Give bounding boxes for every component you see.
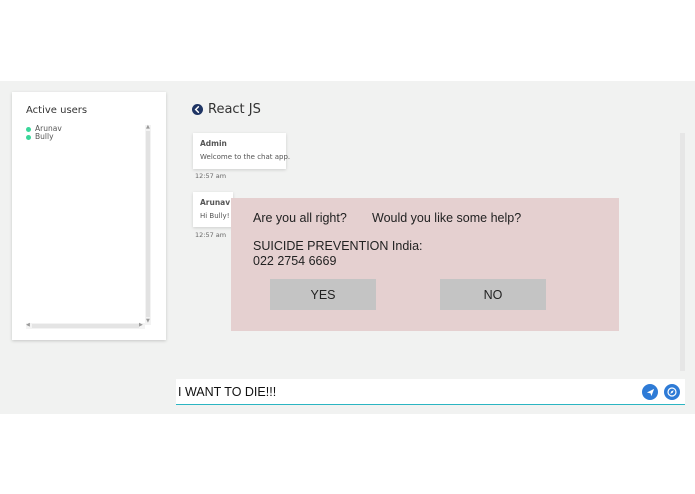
- user-list: Arunav Bully: [26, 125, 144, 141]
- scroll-left-icon[interactable]: ◀: [26, 323, 30, 328]
- scroll-right-icon[interactable]: ▶: [139, 323, 143, 328]
- help-question: Would you like some help?: [372, 211, 522, 225]
- scrollbar-thumb[interactable]: [146, 131, 150, 317]
- message-author: Arunav: [200, 198, 231, 207]
- chat-scrollbar[interactable]: [680, 133, 685, 371]
- online-status-icon: [26, 134, 31, 140]
- message-input[interactable]: [178, 383, 633, 401]
- active-users-panel: Active users Arunav Bully ▲ ▼ ◀ ▶: [12, 92, 166, 340]
- message-composer: [176, 379, 685, 405]
- back-arrow-icon[interactable]: [192, 104, 203, 115]
- wellbeing-question: Are you all right?: [253, 211, 347, 225]
- user-list-horizontal-scrollbar[interactable]: ◀ ▶: [26, 323, 145, 329]
- message-author: Admin: [200, 139, 227, 148]
- compass-icon: [667, 387, 677, 397]
- no-button[interactable]: NO: [440, 279, 546, 310]
- chat-header: React JS: [192, 102, 261, 117]
- user-item-bully[interactable]: Bully: [26, 133, 144, 141]
- scrollbar-thumb[interactable]: [32, 324, 139, 328]
- helpline-number: 022 2754 6669: [253, 254, 337, 268]
- chat-app: Active users Arunav Bully ▲ ▼ ◀ ▶ React …: [0, 81, 695, 414]
- help-popup: Are you all right? Would you like some h…: [231, 198, 619, 331]
- message-time: 12:57 am: [195, 172, 227, 180]
- scroll-up-icon[interactable]: ▲: [146, 125, 150, 130]
- send-button[interactable]: [642, 384, 658, 400]
- message-text: Welcome to the chat app.: [200, 153, 291, 161]
- yes-button[interactable]: YES: [270, 279, 376, 310]
- chat-message: Admin Welcome to the chat app.: [193, 133, 291, 169]
- helpline-info: SUICIDE PREVENTION India: 022 2754 6669: [253, 239, 423, 269]
- online-status-icon: [26, 126, 31, 132]
- emoji-button[interactable]: [664, 384, 680, 400]
- message-time: 12:57 am: [195, 231, 227, 239]
- user-list-vertical-scrollbar[interactable]: ▲ ▼: [145, 125, 151, 325]
- active-users-title: Active users: [26, 105, 88, 116]
- user-name: Bully: [35, 132, 54, 141]
- room-title: React JS: [208, 102, 261, 117]
- chat-message: Arunav Hi Bully!: [193, 192, 233, 227]
- send-icon: [646, 388, 654, 396]
- helpline-title: SUICIDE PREVENTION India:: [253, 239, 423, 253]
- message-text: Hi Bully!: [200, 212, 230, 220]
- scroll-down-icon[interactable]: ▼: [146, 319, 150, 324]
